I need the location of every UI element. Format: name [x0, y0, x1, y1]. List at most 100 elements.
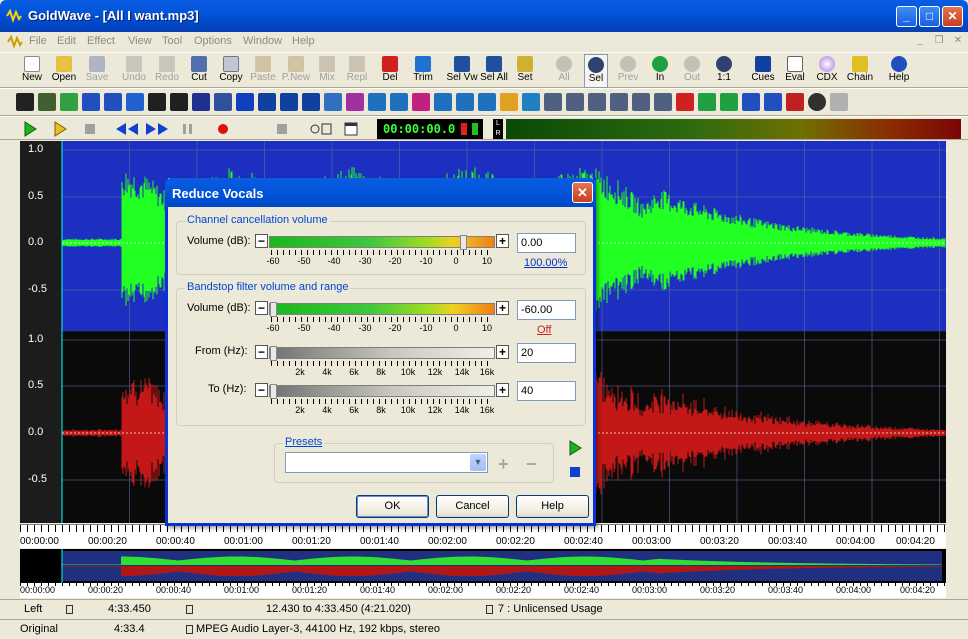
zoom-previous-button[interactable]: Prev [616, 54, 640, 88]
slider-thumb[interactable] [270, 384, 277, 399]
effect-icon-19[interactable] [412, 93, 430, 111]
delete-button[interactable]: Del [379, 54, 401, 88]
help-button[interactable]: Help [516, 495, 589, 518]
chain-button[interactable]: Chain [846, 54, 874, 88]
mix-button[interactable]: Mix [316, 54, 338, 88]
effect-icon-13[interactable] [280, 93, 298, 111]
effect-icon-7[interactable] [148, 93, 166, 111]
rewind-button[interactable] [114, 120, 140, 138]
zoom-out-button[interactable]: Out [681, 54, 703, 88]
zoom-selection-button[interactable]: Sel [584, 54, 608, 88]
effect-icon-17[interactable] [368, 93, 386, 111]
effect-icon-2[interactable] [38, 93, 56, 111]
cancel-button[interactable]: Cancel [436, 495, 509, 518]
effect-icon-32[interactable] [698, 93, 716, 111]
effect-icon-14[interactable] [302, 93, 320, 111]
preview-stop-button[interactable] [566, 464, 584, 480]
remove-preset-button[interactable]: − [526, 454, 537, 475]
stop-record-button[interactable] [272, 120, 292, 138]
effect-icon-12[interactable] [258, 93, 276, 111]
menu-edit[interactable]: Edit [57, 35, 76, 47]
bandstop-off-link[interactable]: Off [537, 324, 551, 336]
menu-view[interactable]: View [128, 35, 152, 47]
effect-icon-30[interactable] [654, 93, 672, 111]
menu-help[interactable]: Help [292, 35, 315, 47]
monitor-toggle-button[interactable] [308, 120, 334, 138]
overview-bar[interactable] [20, 549, 946, 583]
effect-icon-11[interactable] [236, 93, 254, 111]
effect-icon-9[interactable] [192, 93, 210, 111]
effect-icon-8[interactable] [170, 93, 188, 111]
effect-icon-16[interactable] [346, 93, 364, 111]
set-button[interactable]: Set [514, 54, 536, 88]
paste-button[interactable]: Paste [249, 54, 277, 88]
effect-icon-27[interactable] [588, 93, 606, 111]
cut-button[interactable]: Cut [188, 54, 210, 88]
mdi-restore-button[interactable]: ❐ [932, 35, 946, 48]
effect-icon-4[interactable] [82, 93, 100, 111]
effect-icon-31[interactable] [676, 93, 694, 111]
slider-thumb[interactable] [270, 302, 277, 317]
slider-increase-button[interactable]: + [496, 383, 509, 397]
cancellation-percent-link[interactable]: 100.00% [524, 257, 567, 269]
select-all-button[interactable]: Sel All [479, 54, 509, 88]
add-preset-button[interactable]: + [498, 454, 509, 475]
from-hz-input[interactable]: 20 [517, 343, 576, 363]
close-button[interactable]: ✕ [942, 6, 963, 27]
play-button[interactable] [20, 120, 40, 138]
maximize-button[interactable]: □ [919, 6, 940, 27]
effect-icon-3[interactable] [60, 93, 78, 111]
help-toolbar-button[interactable]: Help [887, 54, 911, 88]
to-hz-slider[interactable]: − + [255, 383, 509, 399]
effect-icon-25[interactable] [544, 93, 562, 111]
copy-button[interactable]: Copy [217, 54, 245, 88]
menu-effect[interactable]: Effect [87, 35, 115, 47]
save-button[interactable]: Save [84, 54, 110, 88]
effect-icon-20[interactable] [434, 93, 452, 111]
record-button[interactable] [213, 120, 233, 138]
effect-icon-21[interactable] [456, 93, 474, 111]
effect-icon-29[interactable] [632, 93, 650, 111]
presets-combo[interactable]: ▼ [285, 452, 488, 473]
slider-decrease-button[interactable]: − [255, 234, 268, 248]
cancellation-volume-slider[interactable]: − + [255, 234, 509, 250]
device-controls-button[interactable] [341, 120, 361, 138]
select-view-button[interactable]: Sel Vw [446, 54, 478, 88]
effect-icon-37[interactable] [808, 93, 826, 111]
menu-tool[interactable]: Tool [162, 35, 182, 47]
cues-button[interactable]: Cues [750, 54, 776, 88]
effect-icon-26[interactable] [566, 93, 584, 111]
preview-play-button[interactable] [566, 440, 584, 456]
effect-icon-1[interactable] [16, 93, 34, 111]
eval-button[interactable]: Eval [783, 54, 807, 88]
overview-waveform[interactable] [20, 549, 946, 583]
effect-icon-33[interactable] [720, 93, 738, 111]
zoom-1to1-button[interactable]: 1:1 [713, 54, 735, 88]
play-selection-button[interactable] [50, 120, 70, 138]
trim-button[interactable]: Trim [410, 54, 436, 88]
effect-icon-24[interactable] [522, 93, 540, 111]
open-button[interactable]: Open [50, 54, 78, 88]
effect-icon-6[interactable] [126, 93, 144, 111]
paste-new-button[interactable]: P.New [281, 54, 311, 88]
effect-icon-5[interactable] [104, 93, 122, 111]
dialog-close-button[interactable]: ✕ [572, 182, 593, 203]
slider-decrease-button[interactable]: − [255, 383, 268, 397]
effect-icon-10[interactable] [214, 93, 232, 111]
mdi-minimize-button[interactable]: _ [913, 35, 927, 48]
minimize-button[interactable]: _ [896, 6, 917, 27]
bandstop-volume-input[interactable]: -60.00 [517, 300, 576, 320]
effect-icon-28[interactable] [610, 93, 628, 111]
from-hz-slider[interactable]: − + [255, 345, 509, 361]
effect-icon-38[interactable] [830, 93, 848, 111]
effect-icon-35[interactable] [764, 93, 782, 111]
to-hz-input[interactable]: 40 [517, 381, 576, 401]
menu-file[interactable]: File [29, 35, 47, 47]
cdx-button[interactable]: CDX [815, 54, 839, 88]
slider-thumb[interactable] [270, 346, 277, 361]
zoom-all-button[interactable]: All [553, 54, 575, 88]
zoom-in-button[interactable]: In [649, 54, 671, 88]
slider-decrease-button[interactable]: − [255, 301, 268, 315]
effect-icon-23[interactable] [500, 93, 518, 111]
effect-icon-36[interactable] [786, 93, 804, 111]
